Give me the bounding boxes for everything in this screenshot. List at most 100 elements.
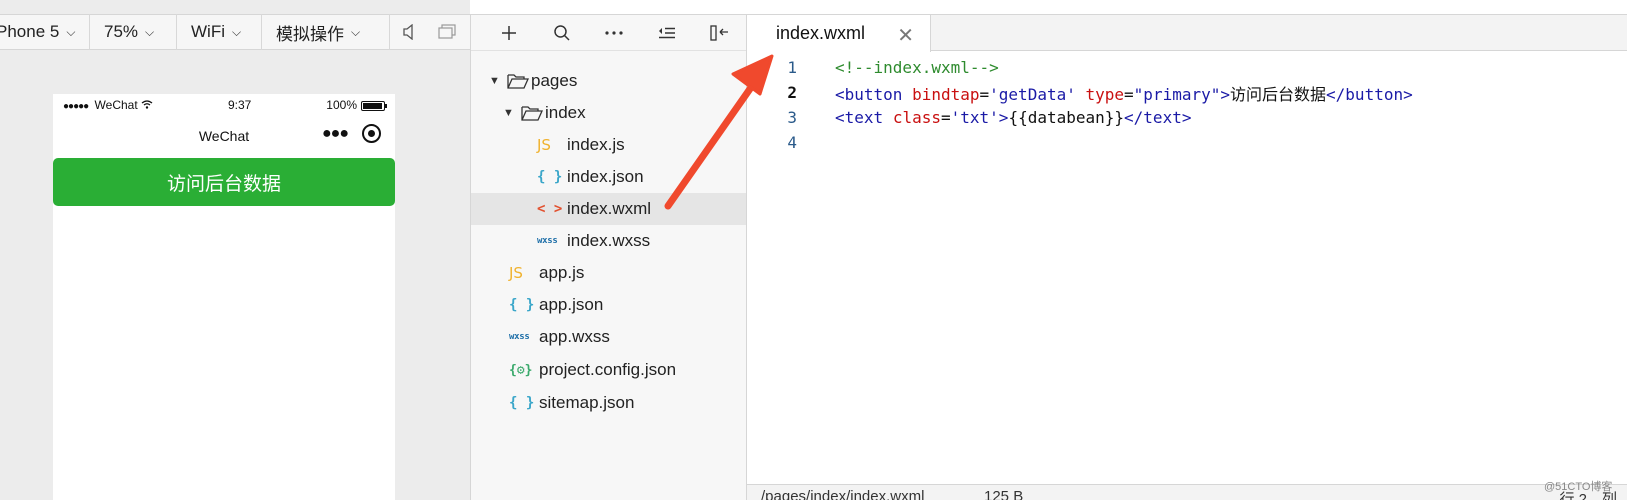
tree-label: index.js: [567, 135, 625, 154]
json-file-icon: { }: [537, 169, 563, 185]
phone-status-bar: ●●●●● WeChat 9:37 100%: [53, 94, 395, 116]
folder-open-icon: [515, 105, 545, 121]
code-equals: =: [979, 84, 990, 104]
code-line: 2 <button bindtap='getData' type="primar…: [747, 80, 1627, 105]
line-number: 2: [787, 83, 797, 102]
code-comment: <!--index.wxml-->: [835, 58, 999, 77]
code-equals: =: [1124, 84, 1134, 104]
tab-label: index.wxml: [776, 23, 866, 43]
tree-file-index-wxss[interactable]: wxss index.wxss: [471, 225, 746, 257]
wifi-icon: [141, 98, 153, 112]
line-number: 3: [787, 108, 797, 127]
tree-file-app-wxss[interactable]: wxss app.wxss: [471, 321, 746, 353]
simulator-toolbar: Phone 5 ⌵ 75% ⌵ WiFi ⌵ 模拟操作 ⌵: [0, 14, 470, 50]
zoom-select-label: 75%: [104, 22, 139, 41]
code-text: {{databean}}: [1008, 108, 1125, 127]
code-line: 3 <text class='txt'>{{databean}}</text>: [747, 105, 1627, 130]
more-options-icon[interactable]: [588, 15, 641, 51]
code-string: "primary": [1133, 84, 1221, 104]
wxss-file-icon: wxss: [509, 332, 530, 342]
tree-label: project.config.json: [539, 360, 677, 379]
tree-label: sitemap.json: [539, 393, 635, 412]
search-icon[interactable]: [536, 15, 589, 51]
line-number: 4: [787, 133, 797, 152]
toggle-sidebar-icon[interactable]: [693, 15, 746, 51]
code-attribute: class: [892, 108, 941, 127]
add-icon[interactable]: [483, 15, 536, 51]
close-icon[interactable]: ✕: [897, 23, 914, 48]
network-select-label: WiFi: [191, 22, 225, 41]
code-attribute: type: [1085, 84, 1125, 104]
tree-folder-index[interactable]: ▼ index: [471, 97, 746, 129]
chevron-down-icon: ⌵: [145, 24, 155, 39]
menu-capsule: ●●●: [322, 124, 381, 143]
chevron-down-icon: ⌵: [351, 24, 361, 39]
line-number: 1: [787, 58, 797, 77]
code-tag-close: </button>: [1326, 84, 1413, 104]
carrier-label: WeChat: [94, 98, 138, 112]
fetch-data-button[interactable]: 访问后台数据: [53, 158, 395, 206]
tree-file-index-js[interactable]: JS index.js: [471, 129, 746, 161]
tree-file-index-wxml[interactable]: < > index.wxml: [471, 193, 746, 225]
tree-label: app.wxss: [539, 327, 610, 346]
tree-file-index-json[interactable]: { } index.json: [471, 161, 746, 193]
code-tag-gt: >: [1220, 84, 1231, 104]
network-select[interactable]: WiFi ⌵: [177, 14, 262, 50]
close-miniprogram-icon[interactable]: [362, 124, 381, 143]
code-text: 访问后台数据: [1230, 84, 1327, 104]
status-carrier-group: ●●●●● WeChat: [63, 98, 153, 112]
tree-file-app-js[interactable]: JS app.js: [471, 257, 746, 289]
code-area[interactable]: 1 <!--index.wxml--> 2 <button bindtap='g…: [747, 55, 1627, 155]
tree-label: index: [545, 103, 586, 122]
status-battery-group: 100%: [326, 98, 387, 112]
simulator-pane: Phone 5 ⌵ 75% ⌵ WiFi ⌵ 模拟操作 ⌵ ●●●●● WeCh…: [0, 0, 470, 500]
code-string: 'getData': [989, 84, 1076, 104]
json-file-icon: { }: [509, 297, 535, 313]
window-icon[interactable]: [428, 14, 466, 50]
caret-down-icon: ▼: [503, 107, 514, 119]
collapse-all-icon[interactable]: [641, 15, 694, 51]
tree-label: app.js: [539, 263, 585, 282]
code-tag-close: </text>: [1124, 108, 1192, 127]
tree-label: app.json: [539, 295, 604, 314]
tree-label: index.json: [567, 167, 644, 186]
wxss-file-icon: wxss: [537, 236, 558, 246]
json-file-icon: { }: [509, 395, 535, 411]
file-explorer: ▼ pages ▼ index JS index.js { } index.js…: [470, 14, 747, 500]
status-file-size: 125 B: [984, 488, 1024, 500]
simulate-operation-select[interactable]: 模拟操作 ⌵: [262, 14, 390, 50]
code-attribute: bindtap: [912, 84, 980, 104]
folder-open-icon: [501, 73, 531, 89]
chevron-down-icon: ⌵: [66, 24, 76, 39]
tree-label: index.wxml: [567, 199, 652, 218]
watermark: @51CTO博客: [1544, 481, 1613, 493]
explorer-toolbar: [471, 15, 746, 51]
nav-title: WeChat: [198, 128, 250, 144]
battery-label: 100%: [326, 98, 357, 112]
more-icon[interactable]: ●●●: [322, 125, 349, 143]
editor-tab-index-wxml[interactable]: index.wxml ✕: [747, 15, 931, 52]
zoom-select[interactable]: 75% ⌵: [90, 14, 177, 50]
phone-navigation-bar: WeChat ●●●: [53, 116, 395, 156]
code-line: 1 <!--index.wxml-->: [747, 55, 1627, 80]
simulate-select-label: 模拟操作: [276, 24, 344, 44]
status-file-path: /pages/index/index.wxml: [761, 488, 925, 500]
editor-status-bar: /pages/index/index.wxml 125 B 行 2，列: [747, 484, 1627, 500]
config-file-icon: {⚙}: [509, 362, 533, 378]
code-line: 4: [747, 130, 1627, 155]
tree-label: pages: [531, 71, 578, 90]
wxml-file-icon: < >: [537, 201, 563, 217]
device-select-label: Phone 5: [0, 22, 60, 41]
code-tag-open: <text: [835, 108, 884, 127]
tree-file-project-config[interactable]: {⚙} project.config.json: [471, 354, 746, 386]
tree-file-sitemap[interactable]: { } sitemap.json: [471, 387, 746, 419]
code-tag-open: <button: [835, 84, 903, 104]
battery-icon: [361, 100, 387, 111]
speaker-icon[interactable]: [390, 14, 428, 50]
code-equals: =: [940, 108, 951, 127]
tree-folder-pages[interactable]: ▼ pages: [471, 65, 746, 97]
tree-file-app-json[interactable]: { } app.json: [471, 289, 746, 321]
device-select[interactable]: Phone 5 ⌵: [0, 14, 90, 50]
js-file-icon: JS: [509, 264, 523, 282]
phone-screen: ●●●●● WeChat 9:37 100% WeChat ●●● 访问后台数据: [53, 94, 395, 500]
